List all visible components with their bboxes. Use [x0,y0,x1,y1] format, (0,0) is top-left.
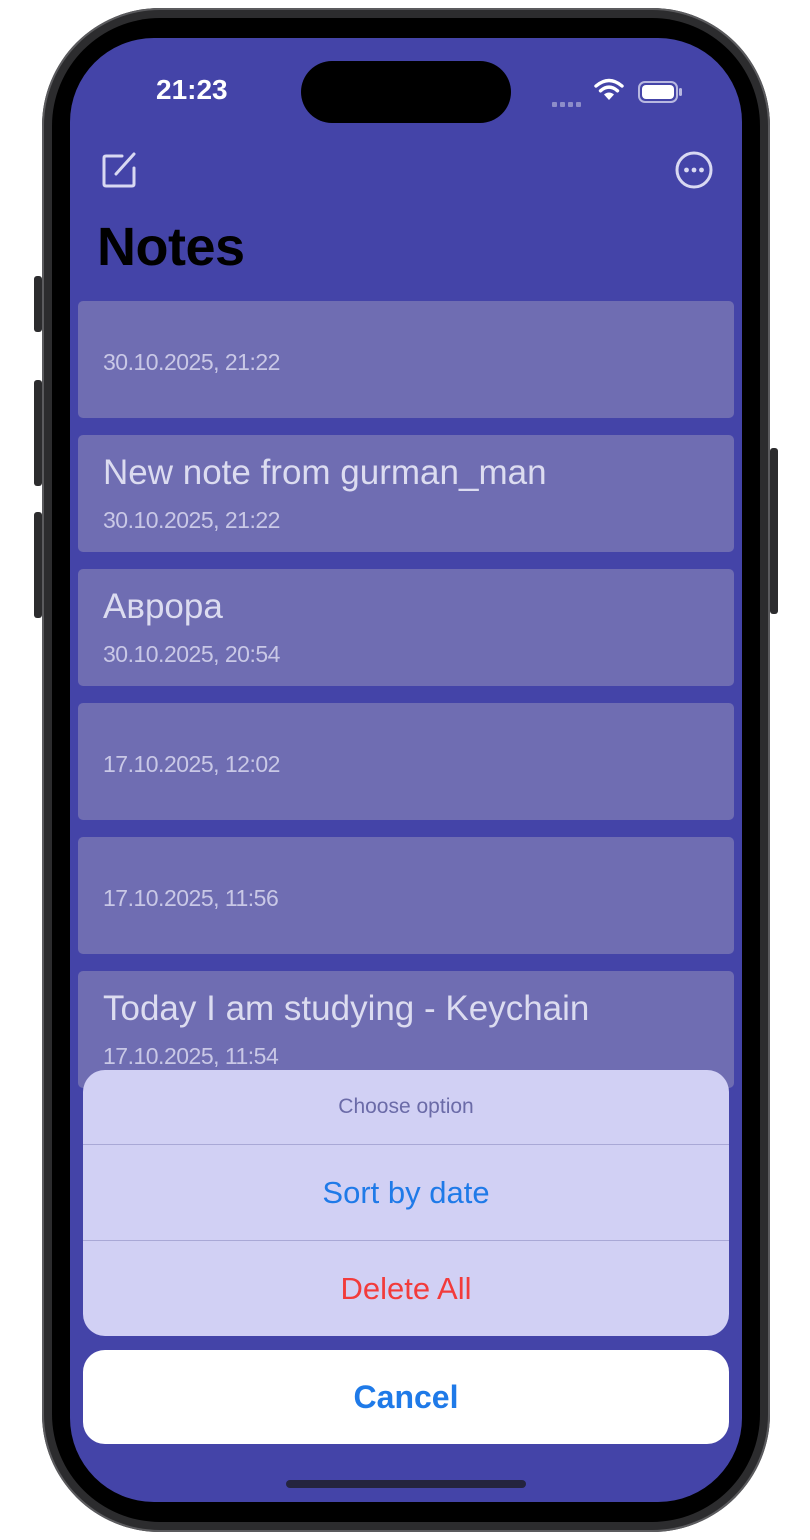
wifi-icon [594,78,624,100]
compose-icon[interactable] [100,150,140,190]
note-card[interactable]: 17.10.2025, 12:02 [78,703,734,820]
note-title: New note from gurman_man [103,453,547,492]
note-date: 17.10.2025, 12:02 [103,751,280,777]
delete-all-button[interactable]: Delete All [83,1241,729,1336]
home-indicator [286,1480,526,1488]
action-sheet-title: Choose option [83,1070,729,1145]
note-card[interactable]: New note from gurman_man 30.10.2025, 21:… [78,435,734,552]
note-title: Today I am studying - Keychain [103,989,590,1028]
app-screen: 21:23 Notes 30.10.2025, 21:22 New note f… [70,38,742,1502]
cellular-signal-icon [552,94,584,112]
note-date: 30.10.2025, 21:22 [103,507,280,533]
status-time: 21:23 [156,74,228,105]
note-date: 30.10.2025, 20:54 [103,641,280,667]
sort-by-date-button[interactable]: Sort by date [83,1145,729,1241]
dynamic-island [301,61,511,123]
note-date: 30.10.2025, 21:22 [103,349,280,375]
note-card[interactable]: 17.10.2025, 11:56 [78,837,734,954]
volume-down-button [34,512,42,618]
battery-icon [638,81,682,103]
note-date: 17.10.2025, 11:56 [103,885,279,911]
ellipsis-circle-icon[interactable] [674,150,714,190]
volume-up-button [34,380,42,486]
cancel-button[interactable]: Cancel [83,1350,729,1444]
note-card[interactable]: 30.10.2025, 21:22 [78,301,734,418]
status-icons [552,78,692,107]
action-button [34,276,42,332]
page-title: Notes [97,217,245,277]
note-title: Аврора [103,587,223,626]
note-card[interactable]: Аврора 30.10.2025, 20:54 [78,569,734,686]
notes-list: 30.10.2025, 21:22 New note from gurman_m… [78,301,734,1105]
action-sheet: Choose option Sort by date Delete All [83,1070,729,1336]
note-date: 17.10.2025, 11:54 [103,1043,279,1069]
power-button [770,448,778,614]
